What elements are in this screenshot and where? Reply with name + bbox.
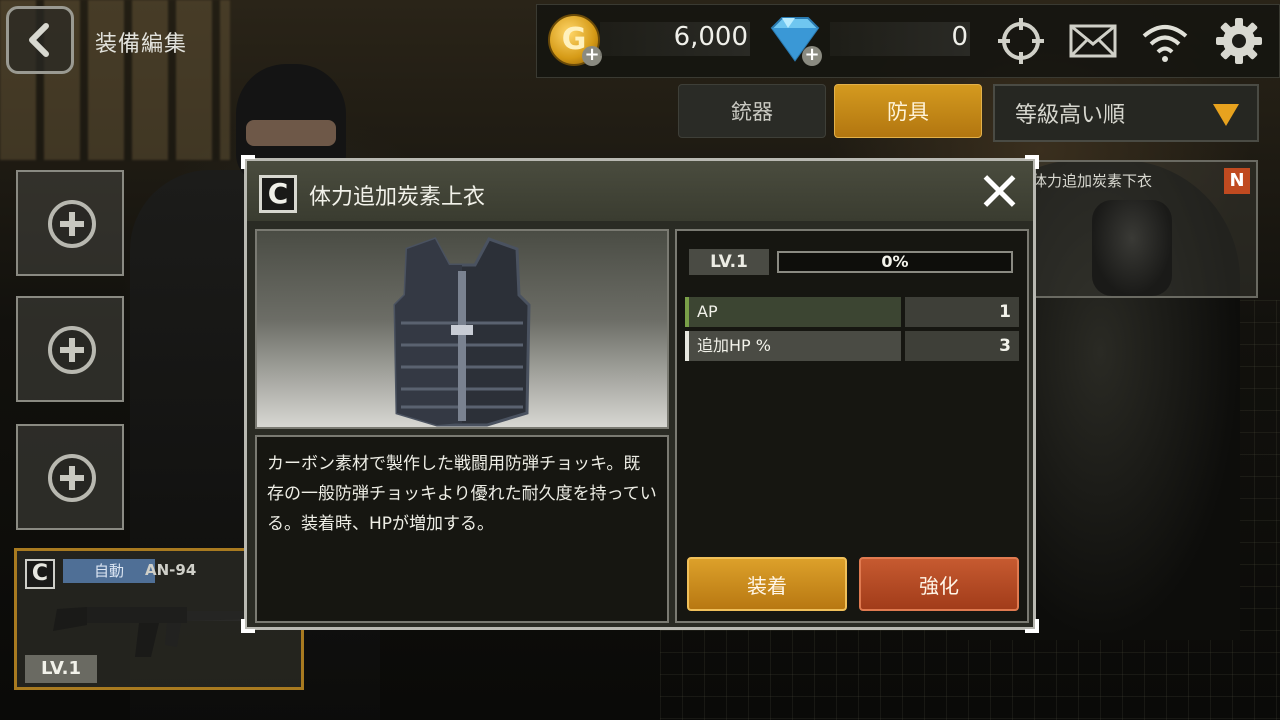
rarity-badge: N [1224,168,1250,194]
equip-slot-vest[interactable] [16,296,124,402]
weapon-grade-badge: C [25,559,55,589]
wifi-indicator [1138,14,1192,68]
crosshair-icon [998,18,1044,64]
crosshair-button[interactable] [994,14,1048,68]
wifi-icon [1142,25,1188,62]
stats-panel: LV.1 0% AP 1 追加HP % 3 装着 強化 [675,229,1029,623]
stat-label: AP [685,297,901,327]
add-gem-icon: + [802,46,822,66]
stat-label: 追加HP % [685,331,901,361]
settings-button[interactable] [1212,14,1266,68]
sort-dropdown[interactable]: 等級高い順 [993,84,1259,142]
item-description: カーボン素材で製作した戦闘用防弾チョッキ。既存の一般防弾チョッキより優れた耐久度… [255,435,669,623]
stat-row-ap: AP 1 [685,297,1019,327]
tab-weapons[interactable]: 銃器 [678,84,826,138]
back-button[interactable] [6,6,74,74]
dropdown-arrow-icon [1213,104,1239,126]
modal-header: C 体力追加炭素上衣 [247,161,1033,221]
upgrade-button[interactable]: 強化 [859,557,1019,611]
list-item-name: 体力追加炭素下衣 [1032,172,1153,190]
item-image [255,229,669,429]
exp-percent: 0% [881,252,909,271]
item-detail-modal: C 体力追加炭素上衣 カーボン素材で製作した戦闘用防弾チョッキ。既存の一般防弾チ… [241,155,1039,633]
sort-selected-label: 等級高い順 [1015,103,1126,128]
gold-coin-icon[interactable]: G + [548,14,602,66]
list-item-armor-lower[interactable]: 体力追加炭素下衣 N [1030,160,1258,298]
stat-value: 1 [905,297,1019,327]
gold-amount: 6,000 [600,22,750,56]
equip-slot-pants[interactable] [16,424,124,530]
gem-amount: 0 [830,22,970,56]
stat-value: 3 [905,331,1019,361]
weapon-level: LV.1 [25,655,97,683]
back-arrow-icon [29,23,49,57]
diamond-icon[interactable]: + [766,14,824,66]
mail-icon [1069,24,1117,58]
add-icon [48,454,96,502]
add-gold-icon: + [582,46,602,66]
add-icon [48,326,96,374]
item-grade-badge: C [259,175,297,213]
close-icon[interactable] [981,173,1017,209]
weapon-name: AN-94 [145,561,197,579]
equip-button[interactable]: 装着 [687,557,847,611]
page-title: 装備編集 [95,32,188,57]
tab-armor[interactable]: 防具 [834,84,982,138]
gear-icon [1216,18,1262,64]
add-icon [48,200,96,248]
equip-slot-helmet[interactable] [16,170,124,276]
pants-thumbnail [1092,200,1172,296]
item-level: LV.1 [689,249,769,275]
vest-icon [393,237,531,427]
background-soldier-eyes [246,120,336,146]
mail-button[interactable] [1066,14,1120,68]
weapon-type-badge: 自動 [63,559,155,583]
stat-row-hp: 追加HP % 3 [685,331,1019,361]
exp-bar: 0% [777,251,1013,273]
item-title: 体力追加炭素上衣 [309,185,486,210]
